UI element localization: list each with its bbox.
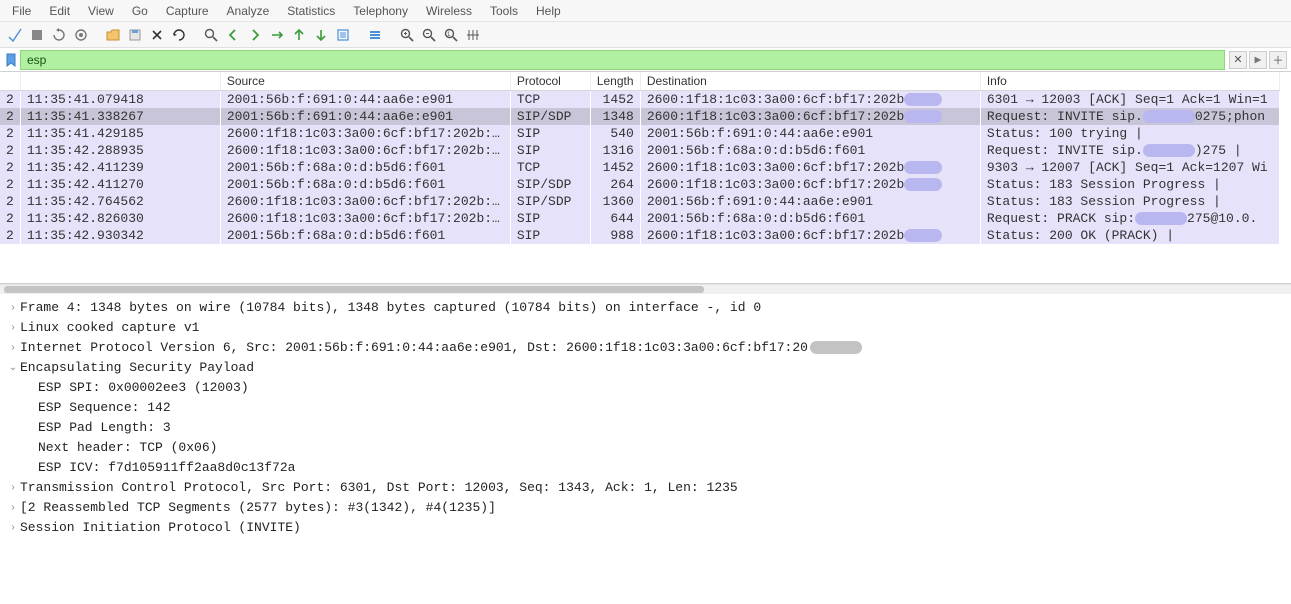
filter-apply-button[interactable] bbox=[1249, 51, 1267, 69]
menu-go[interactable]: Go bbox=[124, 2, 156, 20]
reload-file-icon[interactable] bbox=[170, 26, 188, 44]
menu-tools[interactable]: Tools bbox=[482, 2, 526, 20]
menu-capture[interactable]: Capture bbox=[158, 2, 217, 20]
packet-row[interactable]: 211:35:42.2889352600:1f18:1c03:3a00:6cf:… bbox=[0, 142, 1280, 159]
packet-row[interactable]: 211:35:41.0794182001:56b:f:691:0:44:aa6e… bbox=[0, 91, 1280, 109]
redacted-icon bbox=[1143, 144, 1195, 157]
column-no[interactable] bbox=[0, 72, 20, 91]
menu-help[interactable]: Help bbox=[528, 2, 569, 20]
colorize-icon[interactable] bbox=[366, 26, 384, 44]
column-time[interactable] bbox=[20, 72, 220, 91]
tree-frame-label: Frame 4: 1348 bytes on wire (10784 bits)… bbox=[20, 298, 761, 318]
expand-arrow-icon[interactable]: › bbox=[6, 318, 20, 338]
redacted-icon bbox=[810, 341, 862, 354]
zoom-reset-icon[interactable]: 1 bbox=[442, 26, 460, 44]
zoom-in-icon[interactable] bbox=[398, 26, 416, 44]
filter-add-button[interactable]: ＋ bbox=[1269, 51, 1287, 69]
redacted-icon bbox=[1135, 212, 1187, 225]
menu-telephony[interactable]: Telephony bbox=[345, 2, 416, 20]
packet-row[interactable]: 211:35:42.8260302600:1f18:1c03:3a00:6cf:… bbox=[0, 210, 1280, 227]
tree-esp-spi[interactable]: ESP SPI: 0x00002ee3 (12003) bbox=[6, 378, 1285, 398]
save-file-icon[interactable] bbox=[126, 26, 144, 44]
packet-row[interactable]: 211:35:42.4112392001:56b:f:68a:0:d:b5d6:… bbox=[0, 159, 1280, 176]
display-filter-bar: ✕ ＋ bbox=[0, 48, 1291, 72]
collapse-arrow-icon[interactable]: ⌄ bbox=[6, 358, 20, 378]
tree-esp-icv[interactable]: ESP ICV: f7d105911ff2aa8d0c13f72a bbox=[6, 458, 1285, 478]
tree-ipv6-label: Internet Protocol Version 6, Src: 2001:5… bbox=[20, 338, 862, 358]
column-length[interactable]: Length bbox=[590, 72, 640, 91]
expand-arrow-icon[interactable]: › bbox=[6, 478, 20, 498]
tree-tcp[interactable]: › Transmission Control Protocol, Src Por… bbox=[6, 478, 1285, 498]
menu-wireless[interactable]: Wireless bbox=[418, 2, 480, 20]
expand-arrow-icon[interactable]: › bbox=[6, 298, 20, 318]
tree-reasm-label: [2 Reassembled TCP Segments (2577 bytes)… bbox=[20, 498, 496, 518]
tree-sip[interactable]: › Session Initiation Protocol (INVITE) bbox=[6, 518, 1285, 538]
resize-columns-icon[interactable] bbox=[464, 26, 482, 44]
tree-linux-label: Linux cooked capture v1 bbox=[20, 318, 199, 338]
start-capture-icon[interactable] bbox=[6, 26, 24, 44]
packet-row[interactable]: 211:35:42.7645622600:1f18:1c03:3a00:6cf:… bbox=[0, 193, 1280, 210]
redacted-icon bbox=[904, 93, 942, 106]
stop-capture-icon[interactable] bbox=[28, 26, 46, 44]
menu-view[interactable]: View bbox=[80, 2, 122, 20]
tree-frame[interactable]: › Frame 4: 1348 bytes on wire (10784 bit… bbox=[6, 298, 1285, 318]
auto-scroll-icon[interactable] bbox=[334, 26, 352, 44]
packet-list-hscrollbar[interactable] bbox=[0, 284, 1291, 294]
tree-linux-cooked[interactable]: › Linux cooked capture v1 bbox=[6, 318, 1285, 338]
column-protocol[interactable]: Protocol bbox=[510, 72, 590, 91]
display-filter-input[interactable] bbox=[20, 50, 1225, 70]
packet-details-pane[interactable]: › Frame 4: 1348 bytes on wire (10784 bit… bbox=[0, 294, 1291, 584]
expand-arrow-icon[interactable]: › bbox=[6, 498, 20, 518]
redacted-icon bbox=[904, 229, 942, 242]
packet-row[interactable]: 211:35:41.3382672001:56b:f:691:0:44:aa6e… bbox=[0, 108, 1280, 125]
filter-clear-button[interactable]: ✕ bbox=[1229, 51, 1247, 69]
menu-analyze[interactable]: Analyze bbox=[219, 2, 278, 20]
menubar: File Edit View Go Capture Analyze Statis… bbox=[0, 0, 1291, 22]
tree-reassembly[interactable]: › [2 Reassembled TCP Segments (2577 byte… bbox=[6, 498, 1285, 518]
redacted-icon bbox=[904, 178, 942, 191]
column-info[interactable]: Info bbox=[980, 72, 1279, 91]
find-packet-icon[interactable] bbox=[202, 26, 220, 44]
toolbar: 1 bbox=[0, 22, 1291, 48]
redacted-icon bbox=[904, 110, 942, 123]
tree-esp-label: Encapsulating Security Payload bbox=[20, 358, 254, 378]
packet-row[interactable]: 211:35:41.4291852600:1f18:1c03:3a00:6cf:… bbox=[0, 125, 1280, 142]
tree-esp[interactable]: ⌄ Encapsulating Security Payload bbox=[6, 358, 1285, 378]
tree-esp-pad[interactable]: ESP Pad Length: 3 bbox=[6, 418, 1285, 438]
column-source[interactable]: Source bbox=[220, 72, 510, 91]
tree-sip-label: Session Initiation Protocol (INVITE) bbox=[20, 518, 301, 538]
capture-options-icon[interactable] bbox=[72, 26, 90, 44]
menu-edit[interactable]: Edit bbox=[41, 2, 78, 20]
redacted-icon bbox=[1143, 110, 1195, 123]
go-to-packet-icon[interactable] bbox=[268, 26, 286, 44]
packet-row[interactable]: 211:35:42.4112702001:56b:f:68a:0:d:b5d6:… bbox=[0, 176, 1280, 193]
column-destination[interactable]: Destination bbox=[640, 72, 980, 91]
go-last-icon[interactable] bbox=[312, 26, 330, 44]
expand-arrow-icon[interactable]: › bbox=[6, 338, 20, 358]
go-back-icon[interactable] bbox=[224, 26, 242, 44]
tree-esp-next[interactable]: Next header: TCP (0x06) bbox=[6, 438, 1285, 458]
redacted-icon bbox=[904, 161, 942, 174]
tree-tcp-label: Transmission Control Protocol, Src Port:… bbox=[20, 478, 738, 498]
go-forward-icon[interactable] bbox=[246, 26, 264, 44]
tree-esp-seq[interactable]: ESP Sequence: 142 bbox=[6, 398, 1285, 418]
zoom-out-icon[interactable] bbox=[420, 26, 438, 44]
open-file-icon[interactable] bbox=[104, 26, 122, 44]
menu-file[interactable]: File bbox=[4, 2, 39, 20]
tree-ipv6[interactable]: › Internet Protocol Version 6, Src: 2001… bbox=[6, 338, 1285, 358]
restart-capture-icon[interactable] bbox=[50, 26, 68, 44]
packet-row[interactable]: 211:35:42.9303422001:56b:f:68a:0:d:b5d6:… bbox=[0, 227, 1280, 244]
close-file-icon[interactable] bbox=[148, 26, 166, 44]
packet-list-table[interactable]: Source Protocol Length Destination Info … bbox=[0, 72, 1280, 244]
menu-statistics[interactable]: Statistics bbox=[279, 2, 343, 20]
expand-arrow-icon[interactable]: › bbox=[6, 518, 20, 538]
filter-bookmark-icon[interactable] bbox=[4, 53, 18, 67]
go-first-icon[interactable] bbox=[290, 26, 308, 44]
packet-list-header[interactable]: Source Protocol Length Destination Info bbox=[0, 72, 1280, 91]
packet-list-pane: Source Protocol Length Destination Info … bbox=[0, 72, 1291, 294]
